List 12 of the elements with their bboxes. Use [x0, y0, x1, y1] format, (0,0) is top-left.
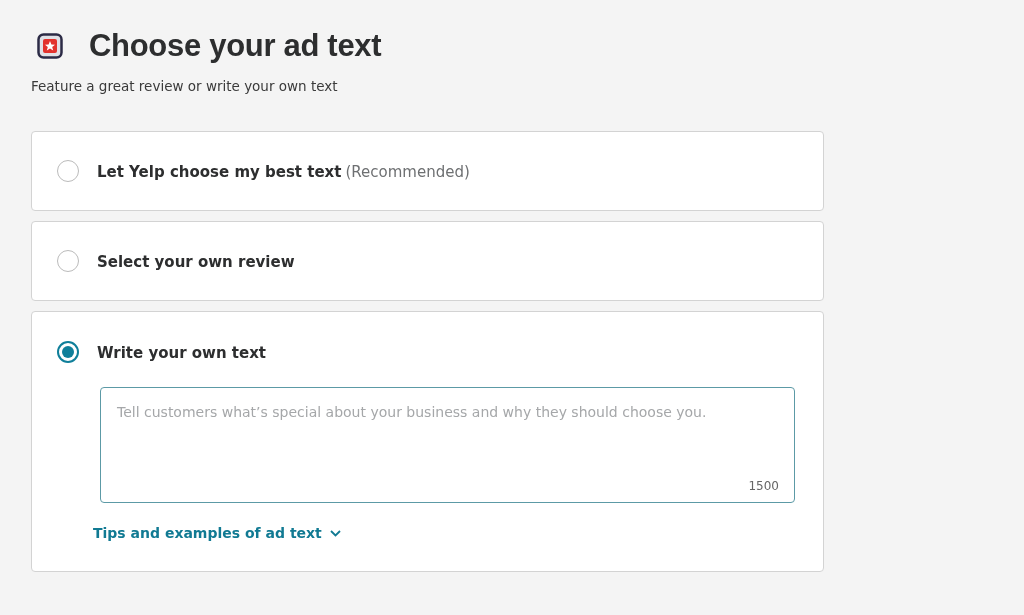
- chevron-down-icon[interactable]: [329, 529, 341, 537]
- radio-button[interactable]: [57, 250, 79, 272]
- option-label[interactable]: Let Yelp choose my best text (Recommended): [97, 161, 470, 181]
- star-badge-icon: [37, 33, 63, 59]
- page-title: Choose your ad text: [89, 28, 382, 64]
- page-subtitle: Feature a great review or write your own text: [31, 78, 339, 94]
- character-counter: 1500: [748, 479, 779, 493]
- radio-button[interactable]: [57, 160, 79, 182]
- option-label[interactable]: Write your own text: [97, 342, 267, 362]
- option-label[interactable]: Select your own review: [97, 251, 295, 271]
- radio-button[interactable]: [57, 341, 79, 363]
- tips-link[interactable]: Tips and examples of ad text: [93, 525, 341, 541]
